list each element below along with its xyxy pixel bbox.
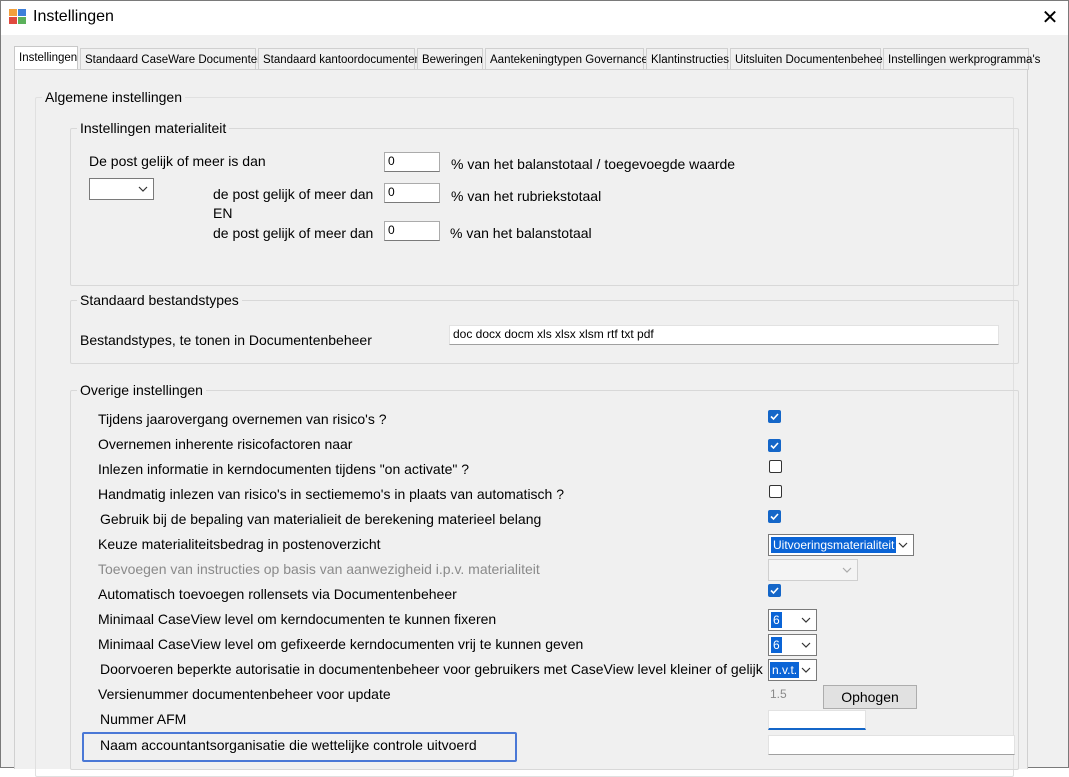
tab-instellingen-werkprogrammas[interactable]: Instellingen werkprogramma's	[883, 48, 1040, 70]
min-level-release-select[interactable]: 6	[768, 634, 817, 656]
chevron-down-icon	[801, 642, 811, 648]
checkmark-icon	[770, 442, 779, 450]
chevron-down-icon	[842, 567, 852, 573]
checkmark-icon	[770, 513, 779, 521]
materiality-row1-label: De post gelijk of meer is dan	[89, 153, 266, 169]
other-settings-title: Overige instellingen	[77, 382, 206, 398]
calc-materiality-checkbox[interactable]	[768, 510, 781, 523]
read-info-label: Inlezen informatie in kerndocumenten tij…	[98, 461, 470, 477]
filetypes-input[interactable]: doc docx docm xls xlsx xlsm rtf txt pdf	[449, 325, 999, 345]
risk-carryover-checkbox[interactable]	[768, 410, 781, 423]
org-name-label: Naam accountantsorganisatie die wettelij…	[100, 737, 477, 753]
instructions-select[interactable]	[768, 559, 858, 581]
materiality-row1-suffix: % van het balanstotaal / toegevoegde waa…	[451, 156, 736, 172]
tab-klantinstructies[interactable]: Klantinstructies	[646, 48, 729, 70]
materiality-combo[interactable]	[89, 178, 154, 200]
rollensets-checkbox[interactable]	[768, 584, 781, 597]
tab-standaard-kantoordocumenten[interactable]: Standaard kantoordocumenten	[258, 48, 421, 70]
checkmark-icon	[770, 587, 779, 595]
min-level-fix-value: 6	[771, 612, 782, 628]
version-label: Versienummer documentenbeheer voor updat…	[98, 686, 391, 702]
afm-input[interactable]	[768, 710, 866, 730]
materiality-amount-value: Uitvoeringsmaterialiteit	[771, 537, 897, 553]
min-level-release-label: Minimaal CaseView level om gefixeerde ke…	[98, 636, 584, 652]
tab-instellingen[interactable]: Instellingen	[14, 46, 78, 70]
chevron-down-icon	[898, 542, 908, 548]
materiality-row2-suffix: % van het rubriekstotaal	[451, 188, 602, 204]
version-value: 1.5	[770, 687, 787, 701]
manual-read-label: Handmatig inlezen van risico's in sectie…	[98, 486, 565, 502]
filetypes-label: Bestandstypes, te tonen in Documentenbeh…	[80, 332, 372, 348]
materiality-row1-input[interactable]: 0	[384, 152, 440, 172]
materiality-amount-select[interactable]: Uitvoeringsmaterialiteit	[768, 534, 914, 556]
materiality-row2-input[interactable]: 0	[384, 183, 440, 203]
filetypes-title: Standaard bestandstypes	[77, 292, 242, 308]
materiality-row3-label: de post gelijk of meer dan	[213, 225, 374, 241]
materiality-row2-label: de post gelijk of meer dan	[213, 186, 374, 202]
window-title: Instellingen	[33, 8, 114, 25]
restricted-auth-value: n.v.t.	[770, 662, 800, 678]
close-icon[interactable]: ✕	[1035, 5, 1065, 31]
materiality-en-label: EN	[213, 205, 233, 221]
materiality-combo-value	[92, 181, 96, 197]
tab-page-instellingen: Algemene instellingen Instellingen mater…	[14, 69, 1028, 777]
tab-standaard-caseware-documenten[interactable]: Standaard CaseWare Documenten	[80, 48, 264, 70]
chevron-down-icon	[801, 617, 811, 623]
afm-label: Nummer AFM	[100, 711, 187, 727]
tab-uitsluiten-documentenbeheer[interactable]: Uitsluiten Documentenbeheer	[730, 48, 887, 70]
app-icon	[9, 9, 26, 24]
org-name-input[interactable]	[768, 735, 1015, 755]
ophogen-button[interactable]: Ophogen	[823, 685, 917, 709]
tab-aantekeningtypen-governance[interactable]: Aantekeningtypen Governance	[485, 48, 648, 70]
calc-materiality-label: Gebruik bij de bepaling van materialieit…	[100, 511, 542, 527]
inherent-risk-label: Overnemen inherente risicofactoren naar	[98, 436, 353, 452]
materiality-title: Instellingen materialiteit	[77, 120, 230, 136]
materiality-amount-label: Keuze materialiteitsbedrag in postenover…	[98, 536, 381, 552]
general-settings-title: Algemene instellingen	[42, 89, 185, 105]
materiality-row3-suffix: % van het balanstotaal	[450, 225, 592, 241]
restricted-auth-label: Doorvoeren beperkte autorisatie in docum…	[100, 661, 763, 677]
instructions-value	[771, 562, 775, 578]
risk-carryover-label: Tijdens jaarovergang overnemen van risic…	[98, 411, 387, 427]
min-level-fix-label: Minimaal CaseView level om kerndocumente…	[98, 611, 497, 627]
tab-beweringen[interactable]: Beweringen	[417, 48, 483, 70]
checkmark-icon	[770, 413, 779, 421]
manual-read-checkbox[interactable]	[769, 485, 782, 498]
materiality-row3-input[interactable]: 0	[384, 221, 440, 241]
min-level-release-value: 6	[771, 637, 782, 653]
restricted-auth-select[interactable]: n.v.t.	[768, 659, 817, 681]
settings-window: Instellingen ✕ Instellingen Standaard Ca…	[0, 0, 1069, 777]
chevron-down-icon	[138, 186, 148, 192]
min-level-fix-select[interactable]: 6	[768, 609, 817, 631]
read-info-checkbox[interactable]	[769, 460, 782, 473]
instructions-label: Toevoegen van instructies op basis van a…	[98, 561, 540, 577]
title-bar: Instellingen ✕	[1, 1, 1068, 35]
inherent-risk-checkbox[interactable]	[768, 439, 781, 452]
rollensets-label: Automatisch toevoegen rollensets via Doc…	[98, 586, 457, 602]
chevron-down-icon	[801, 667, 811, 673]
